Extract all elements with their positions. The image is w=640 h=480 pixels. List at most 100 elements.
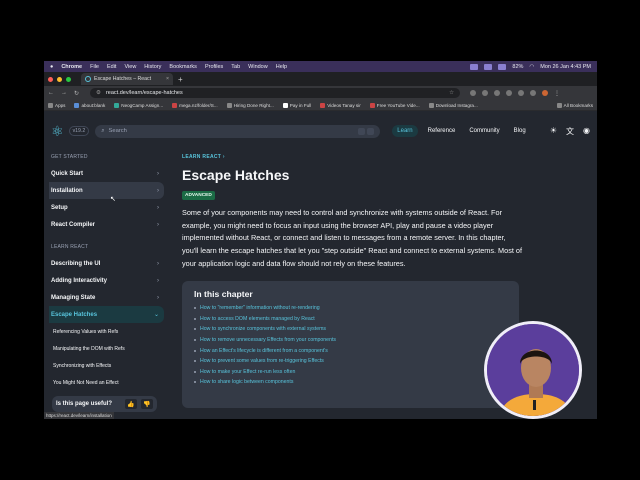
reload-icon[interactable]: ↻ [74, 90, 79, 97]
chapter-box: In this chapter How to "remember" inform… [182, 281, 519, 408]
chapter-link[interactable]: How to access DOM elements managed by Re… [194, 314, 507, 325]
extension-icon[interactable] [482, 89, 489, 96]
extension-icon[interactable] [506, 89, 513, 96]
sidebar-item-quick-start[interactable]: Quick Start › [49, 165, 164, 182]
sidebar-item-label: Installation [51, 187, 83, 194]
sidebar-item-setup[interactable]: Setup › [49, 199, 164, 216]
theme-toggle-icon[interactable]: ☀ [550, 126, 557, 137]
thumbs-down-icon[interactable]: 👎 [141, 399, 153, 409]
sidebar-item-label: React Compiler [51, 221, 96, 228]
bookmark-apps[interactable]: Apps [48, 102, 65, 108]
menu-edit[interactable]: Edit [107, 64, 116, 70]
chapter-link-text: How to access DOM elements managed by Re… [200, 315, 315, 322]
bullet-icon [194, 328, 196, 331]
extension-icon[interactable] [494, 89, 501, 96]
github-icon[interactable]: ◉ [583, 126, 590, 137]
menu-app-name[interactable]: Chrome [61, 64, 82, 70]
sidebar-item-managing-state[interactable]: Managing State › [49, 289, 164, 306]
sidebar-subitem[interactable]: Referencing Values with Refs [49, 323, 164, 340]
nav-reference[interactable]: Reference [424, 125, 460, 137]
sidebar-item-installation[interactable]: Installation › [49, 182, 164, 199]
search-input[interactable]: ⌕ Search [95, 124, 381, 138]
chrome-menu-icon[interactable]: ⋮ [554, 90, 560, 97]
mac-menubar: ● Chrome File Edit View History Bookmark… [44, 61, 597, 72]
bookmark-label: Free YouTube Vide... [376, 102, 420, 108]
apps-grid-icon [48, 102, 53, 108]
address-bar[interactable]: ⚙ react.dev/learn/escape-hatches ☆ [90, 88, 461, 98]
bookmark-item[interactable]: Download Instagra... [428, 102, 478, 108]
feedback-buttons: 👍 👎 [125, 399, 153, 409]
menu-history[interactable]: History [144, 64, 161, 70]
all-bookmarks[interactable]: All Bookmarks [556, 102, 593, 108]
bookmark-item[interactable]: about:blank [74, 102, 105, 108]
forward-icon[interactable]: → [61, 90, 67, 96]
sidebar-item-escape-hatches[interactable]: Escape Hatches ⌄ [49, 306, 164, 323]
mouse-cursor-icon: ↖ [110, 196, 116, 203]
bookmark-item[interactable]: Free YouTube Vide... [369, 102, 420, 108]
breadcrumb[interactable]: LEARN REACT › [182, 154, 520, 160]
menu-tab[interactable]: Tab [231, 64, 240, 70]
nav-community[interactable]: Community [465, 125, 503, 137]
bookmark-star-icon[interactable]: ☆ [449, 90, 454, 96]
chapter-link[interactable]: How to make your Effect re-run less ofte… [194, 367, 507, 378]
apple-icon[interactable]: ● [50, 64, 53, 70]
chapter-link[interactable]: How to "remember" information without re… [194, 303, 507, 314]
sidebar-item-react-compiler[interactable]: React Compiler › [49, 216, 164, 233]
status-app-icon[interactable] [484, 63, 493, 70]
status-app-icon[interactable] [498, 63, 507, 70]
chapter-link[interactable]: How an Effect's lifecycle is different f… [194, 345, 507, 356]
extension-icon[interactable] [470, 89, 477, 96]
sidebar-subitem[interactable]: Manipulating the DOM with Refs [49, 340, 164, 357]
close-window-icon[interactable] [48, 76, 53, 82]
menu-view[interactable]: View [124, 64, 136, 70]
back-icon[interactable]: ← [48, 90, 54, 96]
webcam-overlay [484, 321, 582, 419]
site-info-icon[interactable]: ⚙ [96, 90, 101, 96]
menu-help[interactable]: Help [276, 64, 287, 70]
sidebar-section-title: LEARN REACT [51, 244, 89, 250]
menu-window[interactable]: Window [248, 64, 268, 70]
sidebar-item-describing-ui[interactable]: Describing the UI › [49, 255, 164, 272]
tab-close-icon[interactable]: × [166, 76, 169, 82]
chevron-right-icon: › [157, 187, 159, 194]
extension-icon[interactable] [518, 89, 525, 96]
language-icon[interactable]: 文 [566, 126, 574, 137]
minimize-window-icon[interactable] [57, 76, 62, 82]
chapter-link[interactable]: How to share logic between components [194, 377, 507, 388]
clock[interactable]: Mon 26 Jan 4:43 PM [540, 64, 591, 70]
react-logo-icon[interactable]: ⚛ [51, 124, 64, 138]
menu-bookmarks[interactable]: Bookmarks [169, 64, 197, 70]
bookmark-item[interactable]: Videos Tanay sir [320, 102, 361, 108]
nav-blog[interactable]: Blog [510, 125, 530, 137]
status-app-icon[interactable] [470, 63, 479, 70]
bookmark-item[interactable]: NeogCamp Assign... [114, 102, 163, 108]
maximize-window-icon[interactable] [66, 76, 71, 82]
profile-avatar-icon[interactable] [542, 89, 549, 96]
battery-percent[interactable]: 82% [512, 64, 523, 70]
browser-tab[interactable]: Escape Hatches – React × [81, 73, 173, 85]
bookmark-item[interactable]: mega.nz/folder/S... [172, 102, 218, 108]
youtube-favicon-icon [369, 102, 375, 108]
chevron-right-icon: › [157, 170, 159, 177]
version-badge[interactable]: v19.2 [68, 126, 90, 136]
bookmark-item[interactable]: Hiring Done Right... [226, 102, 274, 108]
sidebar-subitem[interactable]: Synchronizing with Effects [49, 357, 164, 374]
sidebar-item-adding-interactivity[interactable]: Adding Interactivity › [49, 272, 164, 289]
menu-file[interactable]: File [90, 64, 99, 70]
chapter-link[interactable]: How to remove unnecessary Effects from y… [194, 335, 507, 346]
nav-learn[interactable]: Learn [392, 125, 418, 137]
intro-paragraph: Some of your components may need to cont… [182, 208, 522, 268]
sidebar-item-label: Setup [51, 204, 68, 211]
menu-profiles[interactable]: Profiles [205, 64, 223, 70]
wifi-icon[interactable]: ◠ [529, 64, 534, 70]
feedback-widget: Is this page useful? 👍 👎 [52, 396, 157, 412]
chapter-link[interactable]: How to prevent some values from re-trigg… [194, 356, 507, 367]
bookmark-item[interactable]: Pay in Full [282, 102, 311, 108]
bullet-icon [194, 360, 196, 363]
thumbs-up-icon[interactable]: 👍 [125, 399, 137, 409]
chapter-link[interactable]: How to synchronize components with exter… [194, 324, 507, 335]
advanced-badge: ADVANCED [182, 191, 215, 200]
extension-icon[interactable] [530, 89, 537, 96]
new-tab-icon[interactable]: + [178, 75, 183, 84]
sidebar-subitem[interactable]: You Might Not Need an Effect [49, 374, 164, 391]
